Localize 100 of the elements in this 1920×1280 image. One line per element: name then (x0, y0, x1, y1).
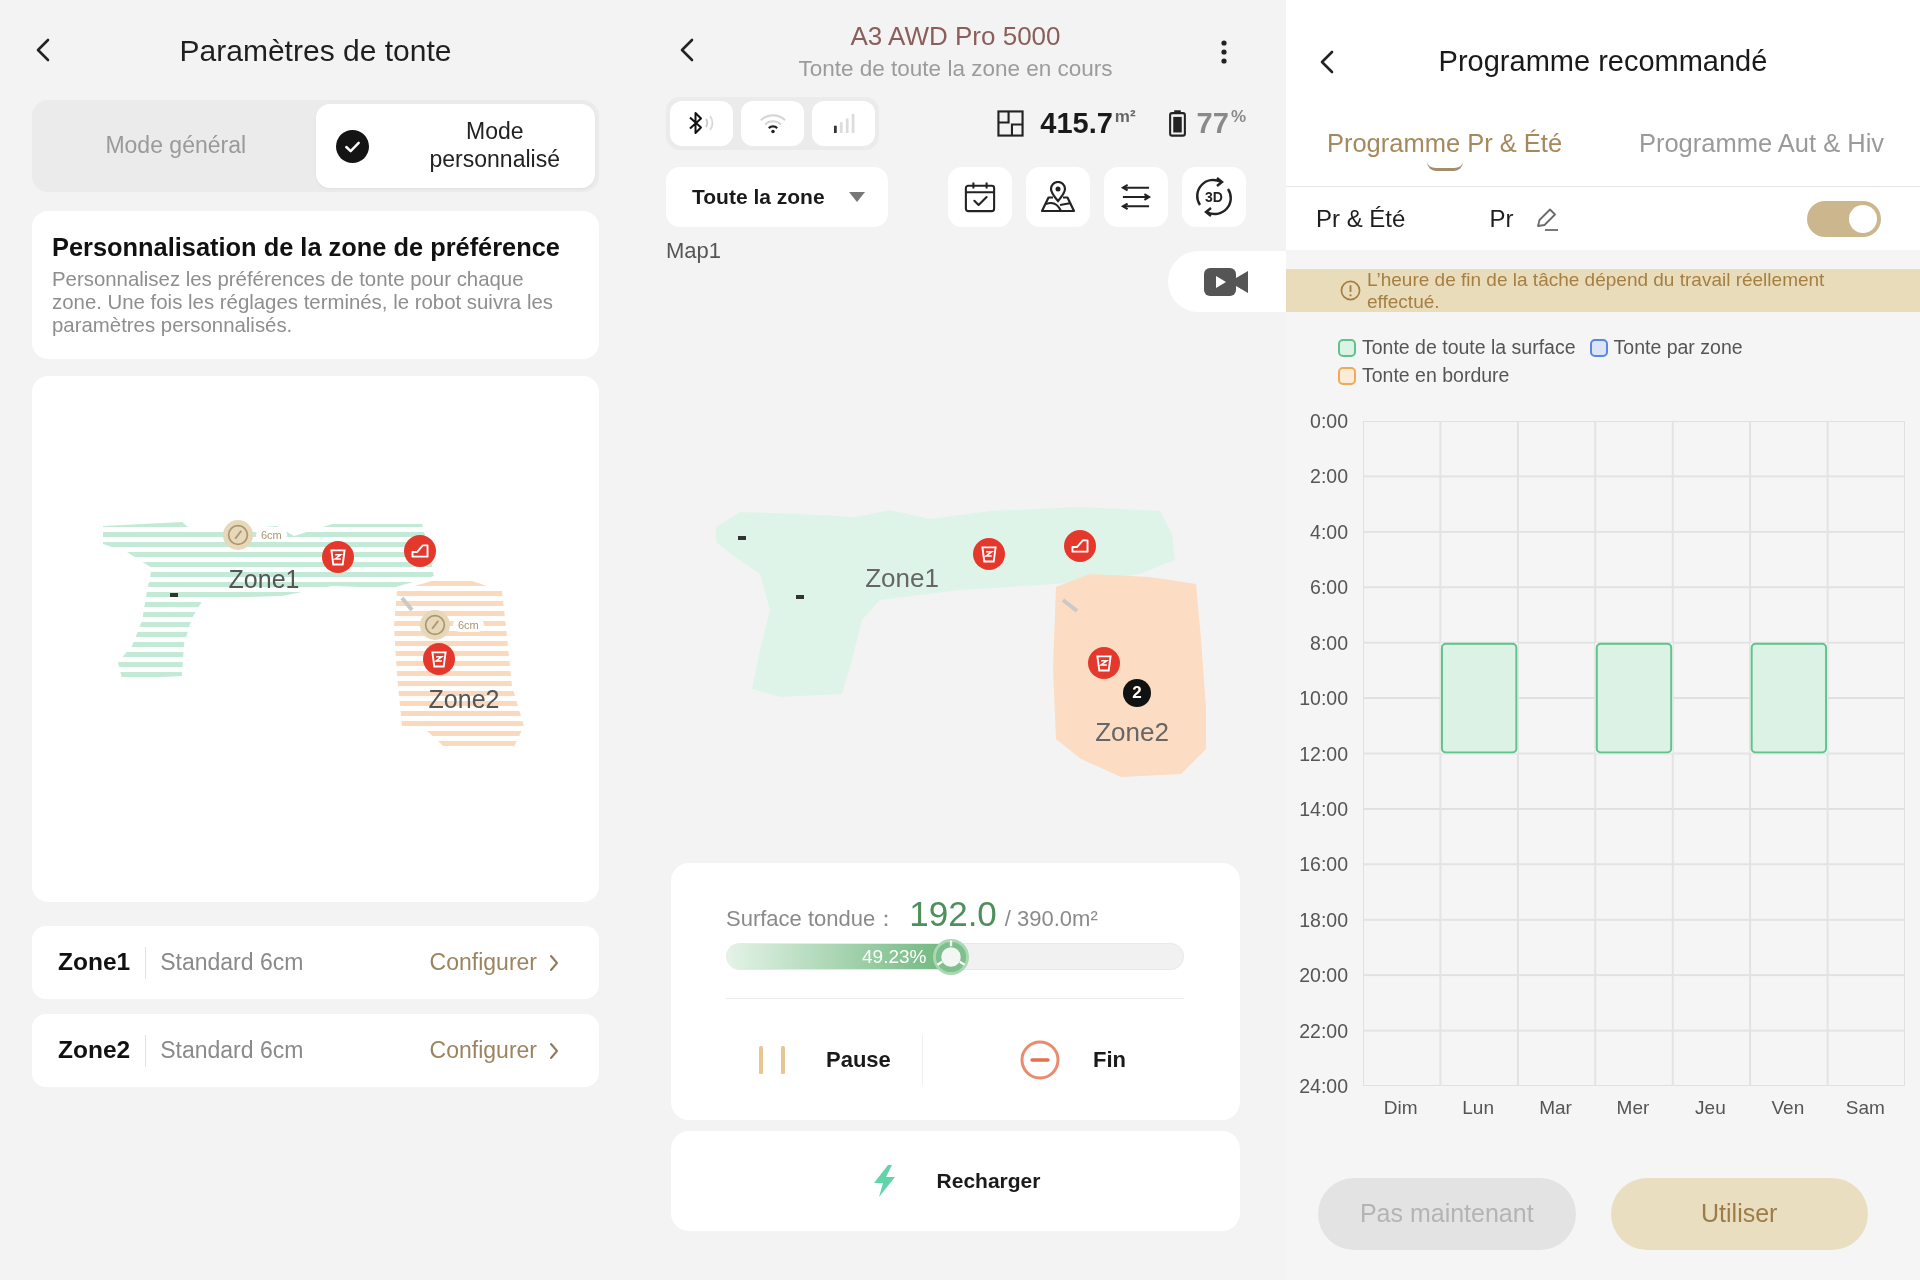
battery-value: 77 (1196, 108, 1229, 138)
hour-label: 8:00 (1310, 631, 1348, 654)
zone-label: Zone2 (428, 686, 500, 714)
mode-tab[interactable]: Mode personnalisé (315, 104, 595, 188)
connector-line (1061, 598, 1079, 613)
arrows-icon (1120, 183, 1152, 211)
more-icon[interactable] (1221, 40, 1227, 64)
day-label: Sam (1844, 1097, 1886, 1119)
total-value: / 390.0m² (1004, 905, 1098, 933)
hour-label: 24:00 (1299, 1075, 1348, 1097)
settings-button[interactable] (1104, 167, 1168, 227)
zone-setting: Standard 6cm (160, 948, 304, 978)
hour-label: 12:00 (1299, 742, 1348, 765)
hour-label: 4:00 (1310, 520, 1348, 543)
gauge-icon (223, 520, 253, 550)
minus-circle-icon (1020, 1039, 1060, 1080)
bin-marker-icon (973, 538, 1005, 570)
legend-label: Tonte par zone (1613, 335, 1743, 361)
floor-plan-icon (997, 109, 1025, 137)
day-label: Lun (1461, 1097, 1495, 1119)
zone-dropdown[interactable]: Toute la zone (666, 167, 888, 227)
program-name: Pr & Été (1316, 203, 1406, 234)
chevron-left-icon[interactable] (1320, 50, 1334, 74)
calendar-check-icon (964, 181, 996, 213)
hour-label: 0:00 (1310, 410, 1348, 432)
pause-button[interactable]: Pause (726, 999, 922, 1120)
map-pin-icon (1040, 181, 1076, 213)
zone-name: Zone1 (58, 947, 131, 978)
hour-label: 2:00 (1310, 465, 1348, 488)
map-button[interactable] (1026, 167, 1090, 227)
program-tab[interactable]: Programme Pr & Été (1286, 100, 1603, 186)
signal-bars-icon (832, 113, 855, 133)
configure-link[interactable]: Configurer (429, 945, 559, 980)
battery-unit: % (1230, 106, 1246, 129)
zone-label: Zone2 (1095, 717, 1169, 747)
zone-setting: Standard 6cm (160, 1036, 304, 1066)
bin-marker-icon (1088, 647, 1120, 679)
hour-label: 18:00 (1299, 908, 1348, 931)
bin-marker-icon (423, 643, 455, 675)
progress-label: Surface tondue： (726, 905, 898, 933)
configure-link[interactable]: Configurer (429, 1033, 559, 1068)
dash-icon (170, 593, 178, 597)
day-label: Ven (1770, 1097, 1806, 1119)
chevron-left-icon[interactable] (36, 38, 50, 62)
stop-button[interactable]: Fin (923, 999, 1184, 1120)
hour-label: 6:00 (1310, 576, 1348, 599)
legend-label: Tonte en bordure (1362, 363, 1510, 389)
map-name: Map1 (666, 240, 722, 262)
pause-icon (758, 1045, 786, 1074)
page-title: Paramètres de tonte (178, 32, 453, 69)
schedule-button[interactable] (948, 167, 1012, 227)
hour-label: 16:00 (1299, 853, 1348, 876)
hour-label: 20:00 (1299, 964, 1348, 987)
zone-label: Zone1 (228, 566, 300, 594)
day-label: Dim (1382, 1097, 1419, 1119)
progress-percent: 49.23% (862, 947, 927, 966)
zone-name: Zone2 (58, 1035, 131, 1066)
video-camera-icon (1204, 267, 1248, 296)
mode-tab[interactable]: Mode général (36, 104, 316, 188)
bin-marker-icon (322, 541, 354, 573)
connector-line (400, 596, 414, 612)
chevron-left-icon[interactable] (680, 38, 694, 62)
mowed-value: 192.0 (909, 893, 997, 935)
program-tab[interactable]: Programme Aut & Hiv (1603, 100, 1920, 186)
day-label: Mar (1538, 1097, 1573, 1119)
legend-label: Tonte de toute la surface (1362, 335, 1576, 361)
bluetooth-button[interactable] (670, 100, 733, 146)
dash-icon (738, 536, 746, 540)
day-label: Mer (1615, 1097, 1651, 1119)
status-subtitle: Tonte de toute la zone en cours (797, 56, 1114, 82)
hour-label: 22:00 (1299, 1019, 1348, 1042)
dash-icon (796, 595, 804, 599)
action-button[interactable]: Utiliser (1610, 1178, 1868, 1250)
hour-label: 10:00 (1299, 687, 1348, 710)
battery-icon (1168, 109, 1186, 137)
chevron-right-icon (549, 1041, 559, 1060)
recharge-button[interactable]: Recharger (671, 1131, 1240, 1231)
notice-text: L’heure de fin de la tâche dépend du travail réellement effectué. (1367, 269, 1826, 312)
alert-circle-icon (1340, 280, 1361, 301)
hour-label: 14:00 (1299, 797, 1348, 820)
program-name: Pr (1489, 203, 1514, 234)
device-title: A3 AWD Pro 5000 (849, 20, 1062, 52)
page-title: Programme recommandé (1437, 44, 1769, 80)
video-button[interactable] (1168, 251, 1286, 312)
zone-label: Zone1 (865, 563, 939, 593)
ramp-marker-icon (404, 535, 436, 567)
toggle-switch[interactable] (1807, 200, 1881, 237)
view-3d-button[interactable]: 3D (1182, 167, 1246, 227)
ramp-marker-icon (1064, 530, 1096, 562)
chevron-right-icon (549, 953, 559, 972)
wifi-icon (758, 112, 787, 134)
info-title: Personnalisation de la zone de préférence (52, 232, 561, 262)
area-value: 415.7 (1040, 108, 1113, 138)
height-label: 6cm (256, 528, 287, 542)
caret-icon (849, 192, 865, 202)
check-icon (335, 129, 369, 163)
gauge-icon (420, 610, 450, 640)
area-unit: m² (1114, 106, 1136, 129)
day-label: Jeu (1694, 1097, 1727, 1119)
info-text: Personnalisez les préférences de tonte pour chaque zone. Une fois les réglages terminés, le robot suivra les paramètres personnalisés. (52, 268, 554, 337)
